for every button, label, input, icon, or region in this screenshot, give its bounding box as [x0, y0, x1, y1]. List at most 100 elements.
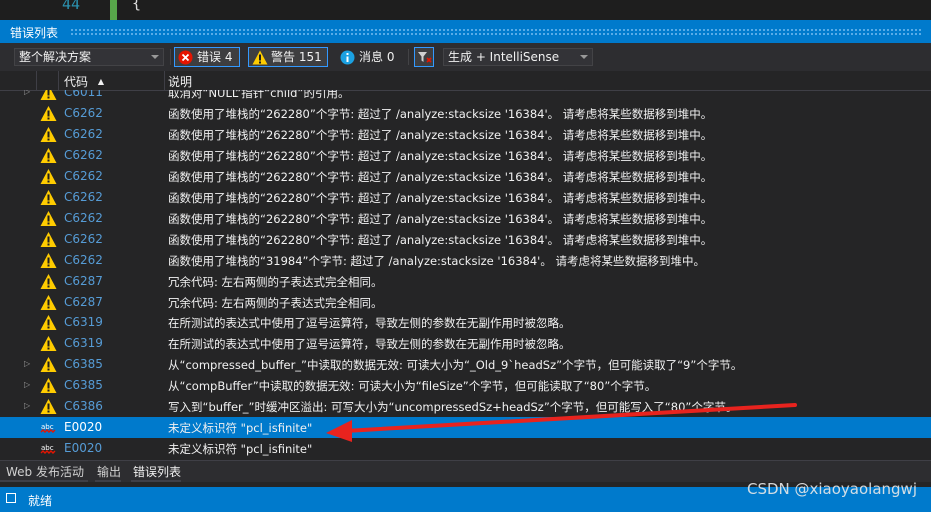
error-list-header: 代码 ▲ 说明 — [0, 71, 931, 91]
error-description: 冗余代码: 左右两侧的子表达式完全相同。 — [168, 274, 383, 289]
build-source-dropdown[interactable]: 生成 + IntelliSense — [443, 48, 593, 66]
error-code-link[interactable]: C6386 — [64, 399, 103, 413]
table-row[interactable]: abc E0020 未定义标识符 "pcl_isfinite" — [0, 438, 931, 459]
error-description: 函数使用了堆栈的“262280”个字节: 超过了 /analyze:stacks… — [168, 106, 713, 121]
warning-icon — [252, 50, 268, 65]
error-code-link[interactable]: C6287 — [64, 295, 103, 309]
chevron-down-icon — [580, 55, 588, 59]
warning-icon — [40, 377, 57, 394]
warning-icon — [40, 398, 57, 415]
expand-arrow-icon[interactable]: ▷ — [24, 401, 30, 410]
panel-title: 错误列表 — [10, 26, 59, 40]
warning-icon — [40, 105, 57, 122]
table-row[interactable]: C6319 在所测试的表达式中使用了逗号运算符，导致左侧的参数在无副作用时被忽略。 — [0, 333, 931, 354]
error-code-link[interactable]: C6385 — [64, 378, 103, 392]
error-code-link[interactable]: C6385 — [64, 357, 103, 371]
sort-ascending-icon: ▲ — [97, 77, 104, 86]
error-description: 函数使用了堆栈的“262280”个字节: 超过了 /analyze:stacks… — [168, 169, 713, 184]
toolbar-separator — [408, 49, 409, 65]
error-description: 函数使用了堆栈的“262280”个字节: 超过了 /analyze:stacks… — [168, 232, 713, 247]
tab-output[interactable]: 输出 — [97, 463, 121, 480]
code-line: { — [132, 0, 142, 12]
table-row[interactable]: C6319 在所测试的表达式中使用了逗号运算符，导致左侧的参数在无副作用时被忽略。 — [0, 312, 931, 333]
error-description: 冗余代码: 左右两侧的子表达式完全相同。 — [168, 295, 383, 310]
table-row[interactable]: C6262 函数使用了堆栈的“31984”个字节: 超过了 /analyze:st… — [0, 250, 931, 271]
column-header-code[interactable]: 代码 ▲ — [64, 73, 104, 90]
error-code-link[interactable]: C6011 — [64, 90, 103, 99]
messages-filter-label: 消息 0 — [359, 50, 395, 64]
tab-underline — [95, 480, 121, 482]
error-description: 未定义标识符 "pcl_isfinite" — [168, 442, 313, 457]
table-row[interactable]: C6262 函数使用了堆栈的“262280”个字节: 超过了 /analyze:s… — [0, 229, 931, 250]
table-row[interactable]: ▷ C6011 取消对“NULL”指针“child”的引用。 — [0, 90, 931, 103]
error-code-link[interactable]: C6262 — [64, 169, 103, 183]
error-code-link[interactable]: E0020 — [64, 441, 102, 455]
table-row[interactable]: ▷ C6385 从“compressed_buffer_”中读取的数据无效: 可读大… — [0, 354, 931, 375]
errors-filter-button[interactable]: 错误 4 — [174, 47, 240, 67]
table-row[interactable]: ▷ C6385 从“compBuffer”中读取的数据无效: 可读大小为“fileS… — [0, 375, 931, 396]
error-code-link[interactable]: C6262 — [64, 211, 103, 225]
warning-icon — [40, 314, 57, 331]
table-row[interactable]: C6262 函数使用了堆栈的“262280”个字节: 超过了 /analyze:s… — [0, 208, 931, 229]
column-separator[interactable] — [36, 71, 37, 90]
toolbar-separator — [170, 49, 171, 65]
intellisense-error-icon: abc — [40, 419, 57, 436]
scope-value: 整个解决方案 — [19, 50, 92, 64]
warnings-filter-label: 警告 151 — [271, 50, 322, 64]
bottom-tab-strip: Web 发布活动 输出 错误列表 — [0, 460, 931, 482]
error-description: 函数使用了堆栈的“262280”个字节: 超过了 /analyze:stacks… — [168, 211, 713, 226]
messages-filter-button[interactable]: 消息 0 — [336, 47, 402, 67]
error-description: 函数使用了堆栈的“262280”个字节: 超过了 /analyze:stacks… — [168, 148, 713, 163]
intellisense-error-icon: abc — [40, 440, 57, 457]
build-source-value: 生成 + IntelliSense — [448, 50, 560, 64]
table-row[interactable]: C6262 函数使用了堆栈的“262280”个字节: 超过了 /analyze:s… — [0, 145, 931, 166]
column-separator[interactable] — [58, 71, 59, 90]
error-code-link[interactable]: C6287 — [64, 274, 103, 288]
table-row[interactable]: C6262 函数使用了堆栈的“262280”个字节: 超过了 /analyze:s… — [0, 166, 931, 187]
error-code-link[interactable]: C6262 — [64, 106, 103, 120]
table-row[interactable]: ▷ C6386 写入到“buffer_”时缓冲区溢出: 可写大小为“uncompre… — [0, 396, 931, 417]
scope-dropdown[interactable]: 整个解决方案 — [14, 48, 164, 66]
column-separator[interactable] — [164, 71, 165, 90]
error-description: 写入到“buffer_”时缓冲区溢出: 可写大小为“uncompressedSz… — [168, 400, 738, 415]
error-code-link[interactable]: C6319 — [64, 336, 103, 350]
error-code-link[interactable]: C6262 — [64, 253, 103, 267]
warning-icon — [40, 356, 57, 373]
table-row[interactable]: C6287 冗余代码: 左右两侧的子表达式完全相同。 — [0, 292, 931, 313]
filter-icon — [418, 52, 432, 63]
error-code-link[interactable]: C6262 — [64, 148, 103, 162]
error-code-link[interactable]: C6319 — [64, 315, 103, 329]
error-description: 未定义标识符 "pcl_isfinite" — [168, 421, 313, 436]
error-code-link[interactable]: C6262 — [64, 127, 103, 141]
drag-grip[interactable] — [70, 28, 923, 35]
chevron-down-icon — [151, 55, 159, 59]
error-code-link[interactable]: E0020 — [64, 420, 102, 434]
warning-icon — [40, 189, 57, 206]
expand-arrow-icon[interactable]: ▷ — [24, 90, 30, 96]
tab-web-publish[interactable]: Web 发布活动 — [6, 463, 84, 480]
watermark: CSDN @xiaoyaolangwj — [746, 480, 917, 498]
error-description: 在所测试的表达式中使用了逗号运算符，导致左侧的参数在无副作用时被忽略。 — [168, 316, 571, 331]
status-text: 就绪 — [28, 494, 53, 508]
tab-underline — [131, 480, 181, 482]
column-header-desc[interactable]: 说明 — [168, 73, 192, 90]
line-number: 44 — [62, 0, 81, 13]
warnings-filter-button[interactable]: 警告 151 — [248, 47, 328, 67]
expand-arrow-icon[interactable]: ▷ — [24, 380, 30, 389]
error-list-title-bar[interactable]: 错误列表 — [0, 20, 931, 43]
warning-icon — [40, 273, 57, 290]
error-code-link[interactable]: C6262 — [64, 232, 103, 246]
table-row[interactable]: abc E0020 未定义标识符 "pcl_isfinite" — [0, 417, 931, 439]
table-row[interactable]: C6287 冗余代码: 左右两侧的子表达式完全相同。 — [0, 271, 931, 292]
error-code-link[interactable]: C6262 — [64, 190, 103, 204]
warning-icon — [40, 252, 57, 269]
table-row[interactable]: C6262 函数使用了堆栈的“262280”个字节: 超过了 /analyze:s… — [0, 124, 931, 145]
error-description: 函数使用了堆栈的“262280”个字节: 超过了 /analyze:stacks… — [168, 190, 713, 205]
tab-error-list[interactable]: 错误列表 — [133, 463, 181, 480]
table-row[interactable]: C6262 函数使用了堆栈的“262280”个字节: 超过了 /analyze:s… — [0, 103, 931, 124]
warning-icon — [40, 147, 57, 164]
info-icon — [340, 50, 355, 65]
expand-arrow-icon[interactable]: ▷ — [24, 359, 30, 368]
table-row[interactable]: C6262 函数使用了堆栈的“262280”个字节: 超过了 /analyze:s… — [0, 187, 931, 208]
filter-toggle-button[interactable] — [414, 47, 434, 67]
